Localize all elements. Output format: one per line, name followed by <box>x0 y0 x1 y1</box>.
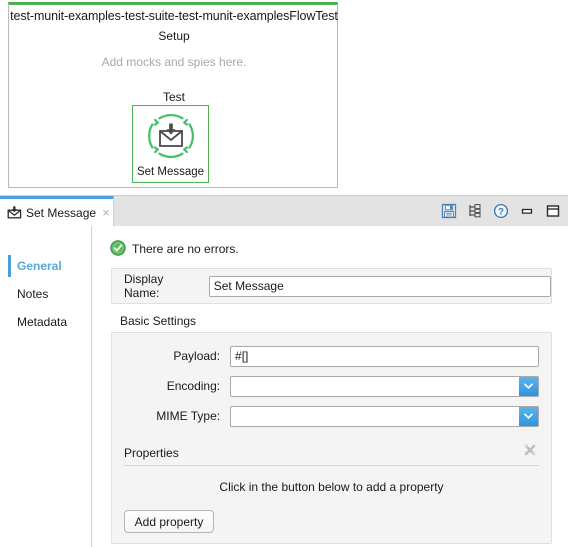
mime-type-row: MIME Type: <box>124 403 539 429</box>
save-icon[interactable] <box>440 202 458 220</box>
panel-body: General Notes Metadata There are no erro… <box>0 226 568 547</box>
flow-canvas: test-munit-examples-test-suite-test-muni… <box>0 0 568 195</box>
test-section-label: Test <box>162 90 185 104</box>
status-text: There are no errors. <box>132 242 239 256</box>
basic-settings-title: Basic Settings <box>120 314 197 328</box>
properties-panel: Set Message × ? General Notes Metadata T… <box>0 195 568 547</box>
payload-input[interactable] <box>230 345 539 367</box>
encoding-select[interactable] <box>230 375 539 397</box>
flow-node-set-message[interactable]: Set Message <box>132 105 209 183</box>
properties-divider <box>124 465 539 466</box>
panel-sidebar: General Notes Metadata <box>0 226 92 547</box>
flow-node-label: Set Message <box>136 166 205 178</box>
application-window: test-munit-examples-test-suite-test-muni… <box>0 0 568 547</box>
sidebar-item-metadata[interactable]: Metadata <box>0 308 91 336</box>
properties-tabstrip: Set Message × ? <box>0 196 568 226</box>
clear-properties-icon[interactable] <box>521 441 539 459</box>
add-property-button[interactable]: Add property <box>124 510 214 533</box>
sidebar-item-label: General <box>17 259 62 273</box>
flow-title: test-munit-examples-test-suite-test-muni… <box>10 9 338 23</box>
chevron-down-icon[interactable] <box>519 376 538 396</box>
sidebar-item-general[interactable]: General <box>0 252 91 280</box>
display-name-group: Display Name: <box>111 268 552 304</box>
help-icon[interactable]: ? <box>492 202 510 220</box>
tree-view-icon[interactable] <box>466 202 484 220</box>
general-tab-content: There are no errors. Display Name: Basic… <box>93 226 568 547</box>
payload-row: Payload: <box>124 343 539 369</box>
properties-empty-hint: Click in the button below to add a prope… <box>219 480 444 494</box>
properties-header: Properties <box>124 441 539 465</box>
status-row: There are no errors. <box>110 238 558 260</box>
munit-test-flow-container: test-munit-examples-test-suite-test-muni… <box>8 2 338 188</box>
setup-section-label: Setup <box>158 29 190 43</box>
envelope-icon <box>7 206 22 219</box>
display-name-input[interactable] <box>208 275 551 297</box>
encoding-label: Encoding: <box>166 379 221 393</box>
maximize-icon[interactable] <box>544 202 562 220</box>
chevron-down-icon[interactable] <box>519 406 538 426</box>
properties-title: Properties <box>124 446 179 460</box>
display-name-label: Display Name: <box>124 272 164 300</box>
tab-set-message[interactable]: Set Message × <box>0 196 114 226</box>
sidebar-item-label: Notes <box>17 287 49 301</box>
sidebar-item-notes[interactable]: Notes <box>0 280 91 308</box>
sidebar-item-label: Metadata <box>17 315 68 329</box>
setup-dropzone-hint[interactable]: Add mocks and spies here. <box>9 55 339 69</box>
tab-label: Set Message <box>26 205 97 220</box>
mime-type-select[interactable] <box>230 405 539 427</box>
panel-toolbar: ? <box>440 200 562 222</box>
set-message-envelope-icon <box>143 111 199 164</box>
encoding-row: Encoding: <box>124 373 539 399</box>
close-icon[interactable]: × <box>100 206 112 219</box>
success-check-icon <box>110 239 126 259</box>
minimize-icon[interactable] <box>518 202 536 220</box>
mime-type-label: MIME Type: <box>156 409 221 423</box>
svg-text:?: ? <box>498 207 504 218</box>
basic-settings-group: Payload: Encoding: <box>111 332 552 544</box>
payload-label: Payload: <box>173 349 221 363</box>
